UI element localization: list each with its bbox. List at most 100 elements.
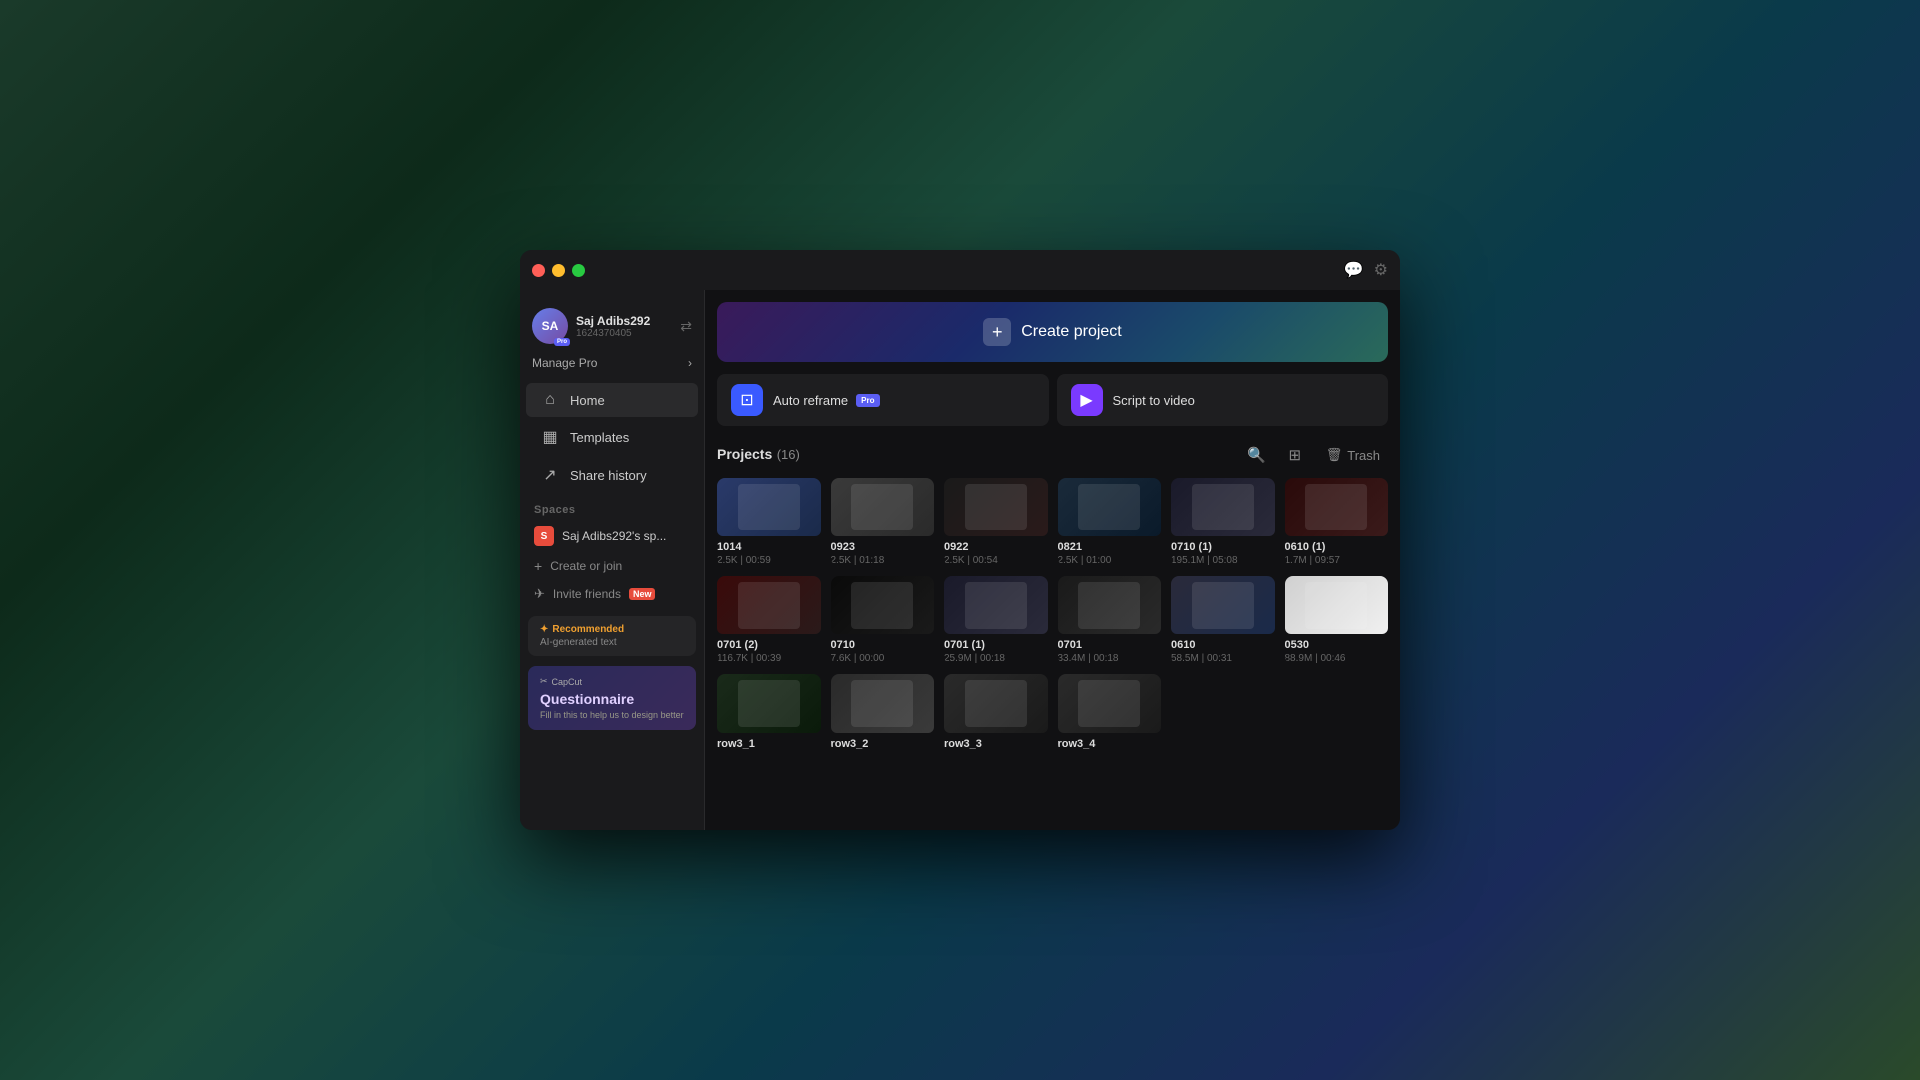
script-to-video-label: Script to video bbox=[1113, 393, 1195, 408]
project-name: 0923 bbox=[831, 541, 935, 553]
thumb-face bbox=[851, 484, 913, 531]
questionnaire-desc: Fill in this to help us to design better bbox=[540, 710, 684, 720]
project-card[interactable]: 0922 2.5K | 00:54 bbox=[944, 478, 1048, 566]
questionnaire-section[interactable]: ✂ CapCut Questionnaire Fill in this to h… bbox=[528, 666, 696, 730]
ai-label: ✦ Recommended bbox=[540, 624, 684, 635]
ai-text-recommendation[interactable]: ✦ Recommended AI-generated text bbox=[528, 616, 696, 656]
create-join-space[interactable]: + Create or join bbox=[520, 552, 704, 580]
project-thumbnail bbox=[1058, 576, 1162, 634]
project-name: 0710 bbox=[831, 639, 935, 651]
auto-reframe-icon: ⊡ bbox=[731, 384, 763, 416]
sidebar-item-home[interactable]: ⌂ Home bbox=[526, 383, 698, 417]
project-card[interactable]: 1014 2.5K | 00:59 bbox=[717, 478, 821, 566]
questionnaire-title: Questionnaire bbox=[540, 691, 684, 707]
manage-pro-link[interactable]: Manage Pro › bbox=[520, 352, 704, 382]
trash-button[interactable]: 🗑 Trash bbox=[1318, 443, 1388, 467]
project-name: row3_1 bbox=[717, 738, 821, 750]
thumb-content bbox=[1171, 576, 1275, 634]
trash-icon: 🗑 bbox=[1326, 447, 1343, 463]
thumb-content bbox=[831, 576, 935, 634]
view-toggle-button[interactable]: ⊞ bbox=[1280, 440, 1310, 470]
project-card[interactable]: 0710 (1) 195.1M | 05:08 bbox=[1171, 478, 1275, 566]
thumb-face bbox=[965, 582, 1027, 629]
user-section[interactable]: SA Pro Saj Adibs292 1624370405 ⇄ bbox=[520, 300, 704, 352]
pro-tag: Pro bbox=[856, 394, 879, 407]
thumb-face bbox=[738, 582, 800, 629]
thumb-content bbox=[1171, 478, 1275, 536]
project-name: 1014 bbox=[717, 541, 821, 553]
project-thumbnail bbox=[831, 478, 935, 536]
app-body: SA Pro Saj Adibs292 1624370405 ⇄ Manage … bbox=[520, 290, 1400, 830]
chat-icon[interactable]: 💬 bbox=[1344, 260, 1364, 280]
thumb-content bbox=[1285, 478, 1389, 536]
project-meta: 25.9M | 00:18 bbox=[944, 653, 1048, 664]
thumb-content bbox=[717, 576, 821, 634]
project-meta: 88.9M | 00:46 bbox=[1285, 653, 1389, 664]
projects-actions: 🔍 ⊞ 🗑 Trash bbox=[1242, 440, 1388, 470]
sidebar-item-share-history[interactable]: ↗ Share history bbox=[526, 457, 698, 493]
sidebar-item-templates[interactable]: ▦ Templates bbox=[526, 419, 698, 455]
auto-reframe-label: Auto reframe bbox=[773, 393, 848, 408]
project-card[interactable]: 0701 33.4M | 00:18 bbox=[1058, 576, 1162, 664]
project-thumbnail bbox=[1285, 478, 1389, 536]
project-card[interactable]: 0923 2.5K | 01:18 bbox=[831, 478, 935, 566]
project-meta: 195.1M | 05:08 bbox=[1171, 555, 1275, 566]
space-item-saj[interactable]: S Saj Adibs292's sp... bbox=[520, 520, 704, 552]
project-card[interactable]: 0610 (1) 1.7M | 09:57 bbox=[1285, 478, 1389, 566]
thumb-content bbox=[1058, 576, 1162, 634]
thumb-face bbox=[1305, 484, 1367, 531]
project-name: row3_4 bbox=[1058, 738, 1162, 750]
project-thumbnail bbox=[831, 576, 935, 634]
script-to-video-button[interactable]: ▶ Script to video bbox=[1057, 374, 1389, 426]
invite-friends-item[interactable]: ✈ Invite friends New bbox=[520, 580, 704, 608]
project-card[interactable]: 0701 (1) 25.9M | 00:18 bbox=[944, 576, 1048, 664]
thumb-face bbox=[1192, 582, 1254, 629]
search-button[interactable]: 🔍 bbox=[1242, 440, 1272, 470]
thumb-face bbox=[1078, 484, 1140, 531]
user-name: Saj Adibs292 bbox=[576, 314, 672, 328]
project-thumbnail bbox=[1171, 478, 1275, 536]
project-card[interactable]: row3_3 bbox=[944, 674, 1048, 751]
switch-account-icon[interactable]: ⇄ bbox=[680, 318, 692, 335]
user-id: 1624370405 bbox=[576, 328, 672, 339]
avatar: SA Pro bbox=[532, 308, 568, 344]
new-badge: New bbox=[629, 588, 656, 600]
project-card[interactable]: 0530 88.9M | 00:46 bbox=[1285, 576, 1389, 664]
project-thumbnail bbox=[831, 674, 935, 732]
project-card[interactable]: row3_4 bbox=[1058, 674, 1162, 751]
create-project-button[interactable]: + Create project bbox=[717, 302, 1388, 362]
share-icon: ↗ bbox=[540, 465, 560, 485]
minimize-button[interactable] bbox=[552, 264, 565, 277]
project-name: 0610 (1) bbox=[1285, 541, 1389, 553]
project-card[interactable]: row3_2 bbox=[831, 674, 935, 751]
project-thumbnail bbox=[717, 576, 821, 634]
project-thumbnail bbox=[944, 674, 1048, 732]
project-name: row3_3 bbox=[944, 738, 1048, 750]
settings-icon[interactable]: ⚙ bbox=[1374, 260, 1388, 280]
maximize-button[interactable] bbox=[572, 264, 585, 277]
project-card[interactable]: 0821 2.5K | 01:00 bbox=[1058, 478, 1162, 566]
thumb-face bbox=[738, 680, 800, 727]
project-card[interactable]: 0701 (2) 116.7K | 00:39 bbox=[717, 576, 821, 664]
project-name: 0710 (1) bbox=[1171, 541, 1275, 553]
project-card[interactable]: row3_1 bbox=[717, 674, 821, 751]
project-name: 0701 bbox=[1058, 639, 1162, 651]
thumb-face bbox=[851, 582, 913, 629]
project-card[interactable]: 0710 7.6K | 00:00 bbox=[831, 576, 935, 664]
project-meta: 58.5M | 00:31 bbox=[1171, 653, 1275, 664]
projects-title: Projects bbox=[717, 446, 772, 462]
auto-reframe-button[interactable]: ⊡ Auto reframe Pro bbox=[717, 374, 1049, 426]
trash-label: Trash bbox=[1347, 448, 1380, 463]
thumb-face bbox=[1305, 582, 1367, 629]
plus-icon: + bbox=[534, 558, 542, 574]
title-bar: 💬 ⚙ bbox=[520, 250, 1400, 290]
project-card[interactable]: 0610 58.5M | 00:31 bbox=[1171, 576, 1275, 664]
thumb-content bbox=[1058, 478, 1162, 536]
project-meta: 2.5K | 01:18 bbox=[831, 555, 935, 566]
project-name: row3_2 bbox=[831, 738, 935, 750]
project-thumbnail bbox=[717, 674, 821, 732]
feature-row: ⊡ Auto reframe Pro ▶ Script to video bbox=[717, 374, 1388, 426]
close-button[interactable] bbox=[532, 264, 545, 277]
project-name: 0821 bbox=[1058, 541, 1162, 553]
title-bar-actions: 💬 ⚙ bbox=[1344, 260, 1388, 280]
